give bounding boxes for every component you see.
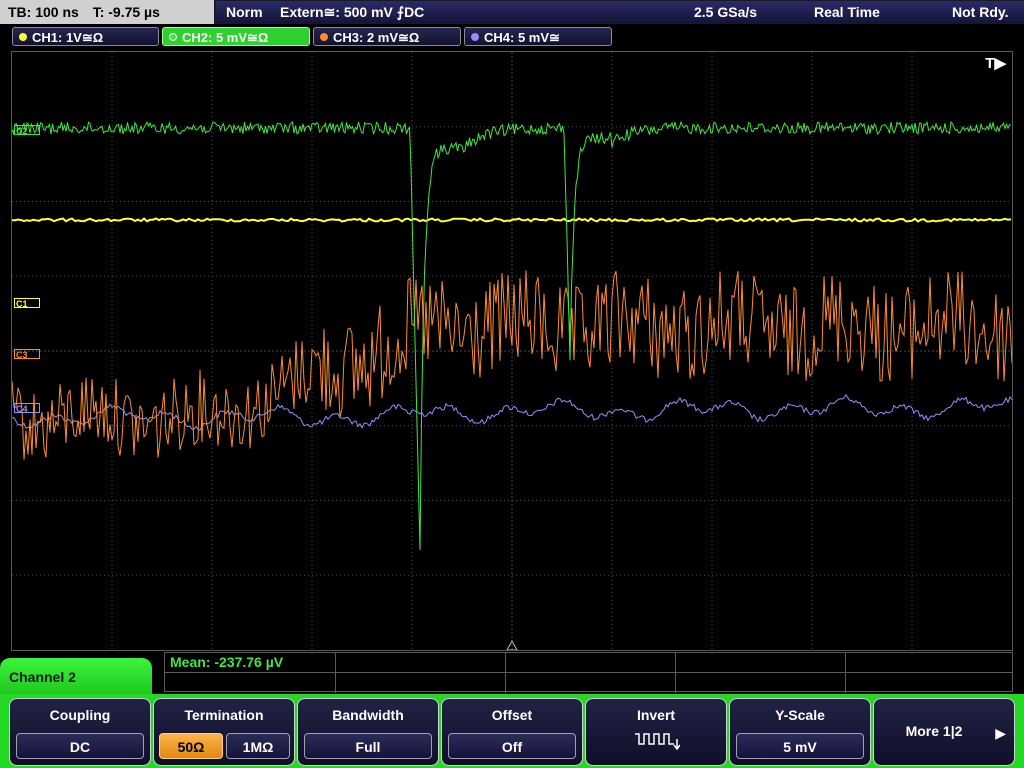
tab-ch2[interactable]: CH2: 5 mV≅Ω [162, 27, 310, 46]
menu-title: Channel 2 [0, 658, 152, 694]
ch1-trace [12, 217, 1012, 223]
ch2-offset-marker[interactable]: C2 [14, 125, 40, 136]
measurement-cell [505, 653, 506, 693]
coupling-value[interactable]: DC [16, 733, 144, 759]
yscale-value[interactable]: 5 mV [736, 733, 864, 759]
trigger-status-strip: Norm Extern≅: 500 mV ⨍DC 2.5 GSa/s Real … [216, 1, 1024, 23]
tab-ch3-label: CH3: 2 mV≅Ω [333, 30, 420, 45]
offset-softkey[interactable]: Offset Off [441, 698, 583, 766]
bandwidth-value[interactable]: Full [304, 733, 432, 759]
ch4-color-dot [471, 33, 479, 41]
ch3-offset-marker[interactable]: C3 [14, 349, 40, 360]
ch1-offset-marker[interactable]: C1 [14, 298, 40, 309]
status-bar: TB: 100 ns T: -9.75 µs Norm Extern≅: 500… [0, 0, 1024, 24]
bandwidth-label: Bandwidth [332, 707, 404, 723]
yscale-softkey[interactable]: Y-Scale 5 mV [729, 698, 871, 766]
tab-ch4-label: CH4: 5 mV≅ [484, 30, 560, 45]
ch4-offset-marker[interactable]: C4 [14, 403, 40, 414]
measurement-cell [335, 653, 336, 693]
next-page-arrow-icon: ▶ [995, 725, 1006, 741]
trigger-position-marker[interactable]: T▶ [985, 54, 1006, 72]
waveform-display[interactable]: T▶ C2 C1 C3 C4 [11, 51, 1013, 651]
coupling-softkey[interactable]: Coupling DC [9, 698, 151, 766]
ch3-trace [12, 270, 1012, 460]
tab-ch2-label: CH2: 5 mV≅Ω [182, 30, 269, 45]
yscale-label: Y-Scale [775, 707, 825, 723]
termination-50ohm-option[interactable]: 50Ω [159, 733, 223, 759]
more-softkey[interactable]: More 1|2 ▶ [873, 698, 1015, 766]
invert-label: Invert [636, 707, 676, 723]
measurement-row-divider [165, 653, 1012, 673]
timebase-value: TB: 100 ns [8, 4, 79, 20]
invert-softkey[interactable]: Invert [585, 698, 727, 766]
timebase-box[interactable]: TB: 100 ns T: -9.75 µs [0, 0, 214, 24]
termination-softkey[interactable]: Termination 50Ω 1MΩ [153, 698, 295, 766]
termination-label: Termination [184, 707, 264, 723]
acquisition-mode: Real Time [814, 4, 880, 20]
trigger-mode[interactable]: Norm [226, 1, 263, 23]
ch3-color-dot [320, 33, 328, 41]
ch1-color-dot [19, 33, 27, 41]
ch2-trace [12, 120, 1012, 551]
termination-1mohm-option[interactable]: 1MΩ [226, 733, 290, 759]
sample-rate: 2.5 GSa/s [694, 4, 758, 20]
waveform-traces [12, 120, 1012, 551]
softkey-menu: Coupling DC Termination 50Ω 1MΩ Bandwidt… [0, 694, 1024, 768]
trigger-time-value: T: -9.75 µs [92, 4, 160, 20]
more-label: More 1|2 [905, 723, 963, 739]
mean-measurement: Mean: -237.76 µV [170, 654, 284, 670]
tab-ch1[interactable]: CH1: 1V≅Ω [12, 27, 159, 46]
trigger-source[interactable]: Extern≅: 500 mV ⨍DC [280, 1, 424, 23]
tab-ch1-label: CH1: 1V≅Ω [32, 30, 104, 45]
invert-waveform-icon [635, 733, 680, 751]
channel-tabs: CH1: 1V≅Ω CH2: 5 mV≅Ω CH3: 2 mV≅Ω CH4: 5… [0, 24, 1024, 48]
ch2-color-dot [169, 33, 177, 41]
bandwidth-softkey[interactable]: Bandwidth Full [297, 698, 439, 766]
offset-value[interactable]: Off [448, 733, 576, 759]
tab-ch3[interactable]: CH3: 2 mV≅Ω [313, 27, 461, 46]
measurement-cell [675, 653, 676, 693]
measurement-bar[interactable]: Mean: -237.76 µV [164, 652, 1013, 693]
offset-label: Offset [491, 707, 533, 723]
measurement-cell [845, 653, 846, 693]
acquisition-state: Not Rdy. [952, 4, 1009, 20]
tab-ch4[interactable]: CH4: 5 mV≅ [464, 27, 612, 46]
coupling-label: Coupling [49, 707, 111, 723]
